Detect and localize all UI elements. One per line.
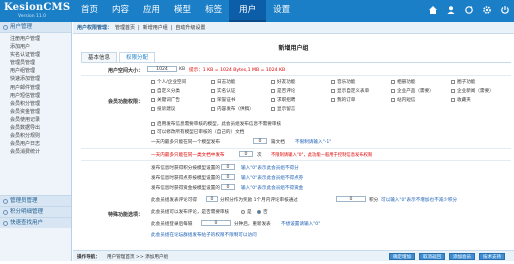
section-icon — [3, 210, 8, 215]
perm-checkbox[interactable]: 企业产品（需要） — [391, 88, 434, 94]
crumb-link[interactable]: 管理首页 — [115, 22, 135, 33]
perm-check[interactable]: 可以修改所有模型已审核的（自己的）文档 — [151, 129, 244, 135]
perm-checkbox[interactable]: 显示留言 — [271, 106, 295, 112]
space-hint: 提示：1 KB = 1024 Bytes,1 MB = 1024 KB — [189, 68, 286, 73]
perm-checkbox[interactable]: 收藏夹 — [451, 97, 471, 103]
perm-checkbox[interactable]: 求职招聘 — [271, 97, 295, 103]
refresh-icon[interactable] — [464, 5, 474, 15]
nav-settings[interactable]: 设置 — [266, 0, 297, 22]
perm-checkbox[interactable]: 企业新闻（需要） — [451, 88, 494, 94]
nav-models[interactable]: 模型 — [167, 0, 198, 22]
sidebar: 用户管理 注册用户管理 添加用户 实名认证管理 管理员管理 用户组管理 快速添加… — [0, 22, 72, 261]
note-input[interactable]: 0 — [239, 151, 253, 157]
cancel-button[interactable]: 取消返回 — [419, 253, 445, 260]
sidebar-item[interactable]: 注册用户管理 — [0, 35, 71, 43]
breadcrumb: 用户权限管理： 管理首页 | 新增用户组 | 自动升级设置 — [73, 22, 514, 34]
perm-checkbox[interactable]: 音乐功能 — [331, 79, 355, 85]
settings-icon[interactable] — [482, 5, 492, 15]
perm-checkbox[interactable]: 日志功能 — [211, 79, 235, 85]
nav-tags[interactable]: 标签 — [198, 0, 229, 22]
nav-users[interactable]: 用户 — [229, 0, 267, 22]
perm-checkbox[interactable]: 实名认证 — [211, 88, 235, 94]
top-icons — [428, 5, 510, 15]
comment-points-input[interactable]: 0 — [206, 196, 218, 202]
perm-checkbox[interactable]: 荣誉证书 — [211, 97, 235, 103]
bottom-bar: 操作导航： 用户管理首页 >> 添加用户组 确定增加 取消返回 添加会员 技术支… — [73, 250, 514, 261]
sidebar-item[interactable]: 会员积分规则 — [0, 132, 71, 140]
sidebar-item[interactable]: 用户组管理 — [0, 67, 71, 75]
nav-content[interactable]: 内容 — [105, 0, 136, 22]
perm-checkbox[interactable]: 显示自定义表单 — [331, 88, 369, 94]
func-perm-row: 会员功能权限： 个人/企业空间 日志功能 好友功能 音乐功能 相册功能 圈子功能 自定义分类… — [81, 76, 511, 149]
review-no[interactable]: 否 — [257, 209, 268, 215]
perm-checkbox[interactable]: 好友功能 — [271, 79, 295, 85]
tab-bar: 基本信息 权限分配 — [81, 52, 156, 62]
space-input[interactable]: 1024 — [147, 66, 177, 72]
perm-checkbox[interactable]: 关键词广告 — [151, 97, 180, 103]
confirm-button[interactable]: 确定增加 — [389, 253, 415, 260]
sidebar-item[interactable]: 会员消费统计 — [0, 148, 71, 156]
review-yes[interactable]: 是 — [241, 209, 252, 215]
sidebar-item[interactable]: 管理员管理 — [0, 59, 71, 67]
sidebar-item[interactable]: 会员使用记录 — [0, 116, 71, 124]
app-version: Version 11.0 — [18, 14, 46, 19]
perm-checkbox[interactable]: 是否评论 — [271, 88, 295, 94]
sidebar-item[interactable]: 用户短信管理 — [0, 92, 71, 100]
space-row: 用户空间大小： 1024 KB 提示：1 KB = 1024 Bytes,1 M… — [81, 63, 511, 76]
sidebar-item[interactable]: 会员资金管理 — [0, 108, 71, 116]
crumb-link[interactable]: 新增用户组 — [143, 22, 168, 33]
sidebar-item[interactable]: 实名认证管理 — [0, 51, 71, 59]
sidebar-group[interactable]: 快速查找用户 — [0, 217, 71, 228]
points-input[interactable]: 0 — [221, 164, 235, 170]
sidebar-item[interactable]: 会员数据导出 — [0, 124, 71, 132]
sidebar-item[interactable]: 用户邮件管理 — [0, 84, 71, 92]
coupon-input[interactable]: 0 — [221, 174, 235, 180]
perm-checkbox[interactable]: 我的订单 — [331, 97, 355, 103]
sidebar-item[interactable]: 会员积分管理 — [0, 100, 71, 108]
perm-checkbox[interactable]: 站内短信 — [391, 97, 415, 103]
permission-form: 用户空间大小： 1024 KB 提示：1 KB = 1024 Bytes,1 M… — [81, 62, 511, 238]
days-input[interactable]: 0 — [253, 138, 267, 144]
home-icon[interactable] — [428, 5, 438, 15]
interval-input[interactable]: 0 — [201, 220, 231, 226]
page-title: 新增用户组 — [278, 45, 309, 52]
sidebar-group[interactable]: 管理员管理 — [0, 195, 71, 206]
perm-checkbox[interactable]: 个人/企业空间 — [151, 79, 186, 85]
nav-home[interactable]: 首页 — [74, 0, 105, 22]
perm-checkbox[interactable]: 投诉建议 — [151, 106, 175, 112]
perm-checkbox[interactable]: 相册功能 — [391, 79, 415, 85]
section-icon — [3, 25, 8, 30]
section-icon — [3, 199, 8, 204]
bottom-path[interactable]: 用户管理首页 >> 添加用户组 — [107, 254, 168, 260]
add-member-button[interactable]: 添加会员 — [449, 253, 475, 260]
sidebar-header[interactable]: 用户管理 — [0, 22, 71, 33]
perm-checkbox[interactable]: 自定义分类 — [151, 88, 180, 94]
perm-checkbox[interactable]: 圈子功能 — [451, 79, 475, 85]
power-icon[interactable] — [500, 5, 510, 15]
tab-permissions[interactable]: 权限分配 — [119, 52, 156, 62]
top-bar: KesionCMS Version 11.0 首页 内容 应用 模型 标签 用户… — [0, 0, 514, 22]
special-row: 特殊功能选项： 发布信息时获得积分按模型设置的 0 输入"0"表示此会员组不得分… — [107, 164, 458, 238]
sidebar-item[interactable]: 添加用户 — [0, 43, 71, 51]
monthly-points-input[interactable]: 0 — [336, 196, 366, 202]
note-row: 一天内最多只能在同一类文档中发布 0 次 不限制请输入"0"，此功能一般用于控制… — [81, 149, 511, 161]
sidebar-item[interactable]: 会员用户日志 — [0, 140, 71, 148]
sidebar-group[interactable]: 积分明细管理 — [0, 206, 71, 217]
tab-basic[interactable]: 基本信息 — [81, 52, 118, 62]
user-icon[interactable] — [446, 5, 456, 15]
money-input[interactable]: 0 — [221, 184, 235, 190]
main-nav: 首页 内容 应用 模型 标签 用户 设置 — [74, 0, 297, 22]
sidebar-item[interactable]: 快速添加管理 — [0, 75, 71, 83]
crumb-link[interactable]: 自动升级设置 — [175, 22, 205, 33]
section-icon — [3, 221, 8, 226]
main-panel: 用户权限管理： 管理首页 | 新增用户组 | 自动升级设置 新增用户组 基本信息 权… — [73, 22, 514, 261]
perm-check[interactable]: 启用发布信息需要审核的模型，此会员组发布信息不需要审核 — [151, 121, 281, 127]
nav-apps[interactable]: 应用 — [136, 0, 167, 22]
perm-checkbox[interactable]: 内容发布（供稿） — [211, 106, 254, 112]
support-button[interactable]: 技术支持 — [479, 253, 505, 260]
app-logo: KesionCMS — [4, 2, 71, 13]
